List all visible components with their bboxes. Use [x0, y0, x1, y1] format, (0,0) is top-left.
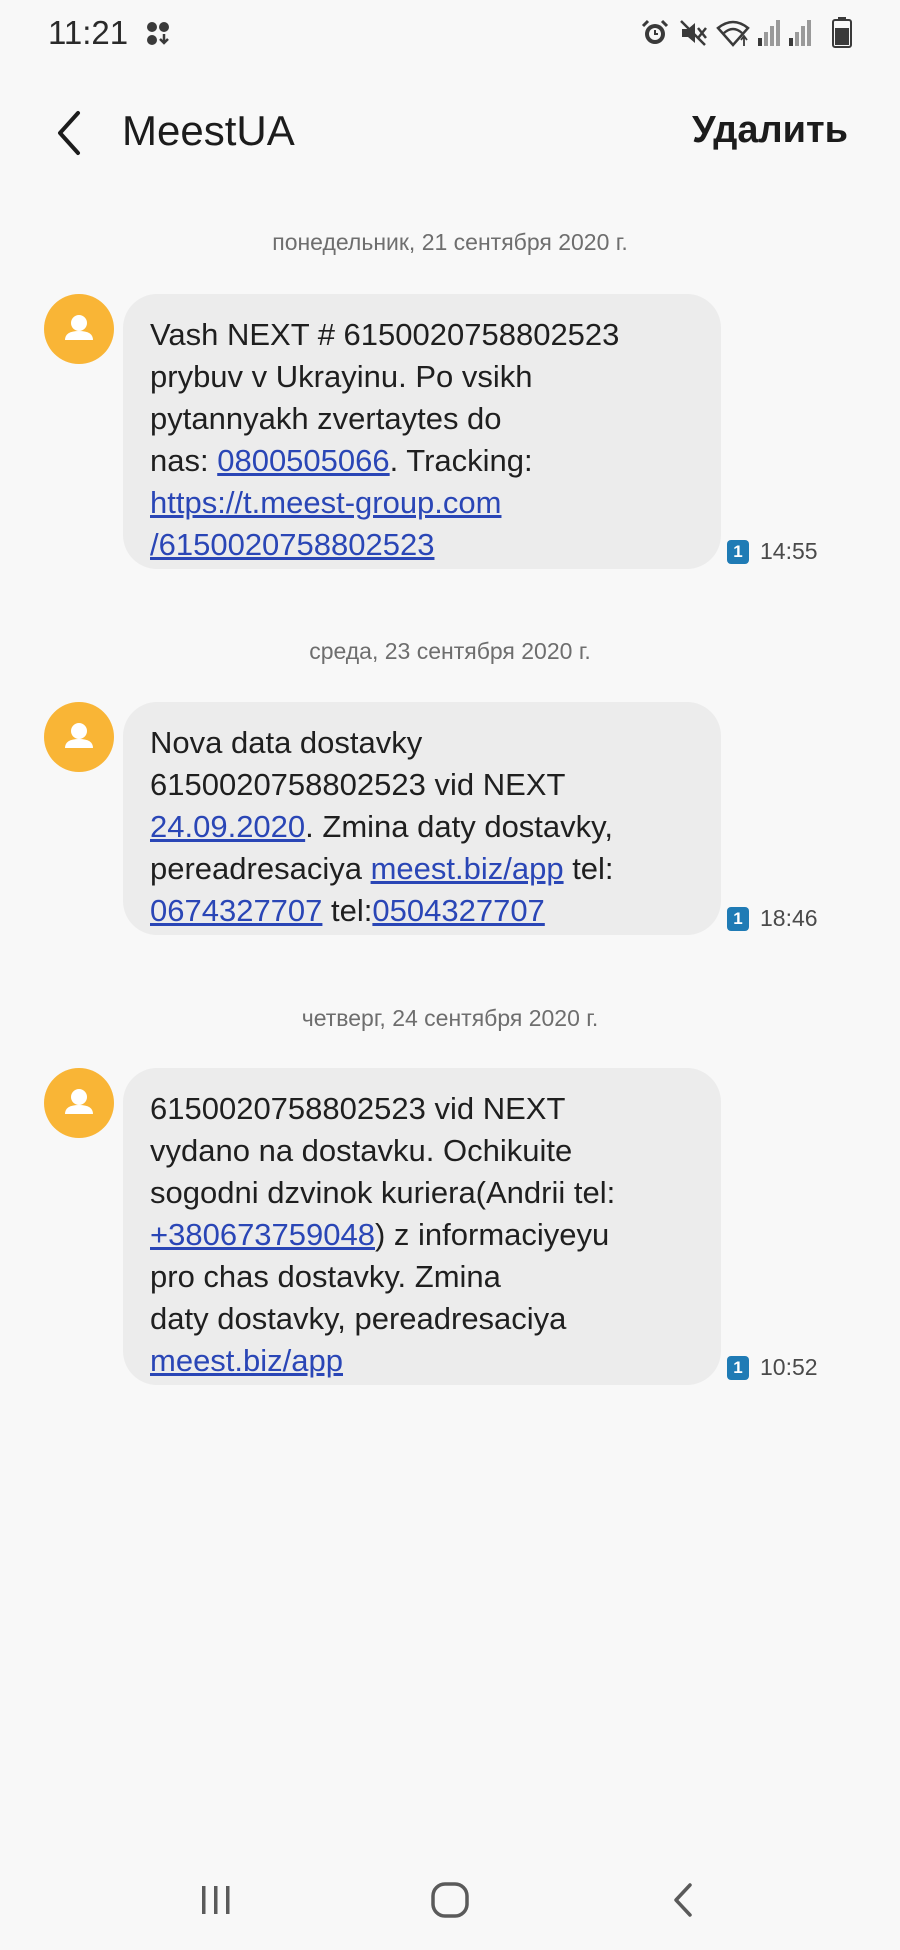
message-link[interactable]: 24.09.2020 [150, 809, 305, 844]
message-link[interactable]: 0504327707 [372, 893, 544, 928]
sender-avatar[interactable] [44, 294, 114, 364]
back-icon [674, 1883, 692, 1917]
recent-apps-icon [202, 1886, 230, 1914]
alarm-icon [640, 18, 670, 53]
person-icon [65, 315, 93, 340]
person-icon [65, 1089, 93, 1114]
message-link[interactable]: meest.biz/app [150, 1343, 343, 1378]
chevron-left-icon [58, 111, 80, 155]
battery-icon [832, 16, 852, 53]
message-link[interactable]: +380673759048 [150, 1217, 375, 1252]
navigation-bar [0, 1850, 900, 1950]
message-text: tel: [572, 851, 614, 886]
status-time: 11:21 [48, 14, 129, 51]
wifi-icon [716, 18, 750, 53]
sim-1-icon: 1 [727, 1356, 749, 1380]
message-link[interactable]: https://t.meest-group.com /6150020758802… [150, 485, 501, 562]
dual-app-icon [144, 20, 172, 53]
sender-avatar[interactable] [44, 702, 114, 772]
signal-icon [757, 18, 781, 53]
conversation-title: MeestUA [122, 107, 295, 154]
message-link[interactable]: 0674327707 [150, 893, 322, 928]
message-text: Nova data dostavky 6150020758802523 vid … [150, 725, 566, 802]
sim-1-icon: 1 [727, 540, 749, 564]
date-separator: четверг, 24 сентября 2020 г. [301, 1005, 599, 1031]
nav-back-button[interactable] [668, 1880, 698, 1925]
mute-icon [678, 18, 708, 53]
delete-button[interactable]: Удалить [692, 109, 848, 152]
message-text: 6150020758802523 vid NEXT vydano na dost… [150, 1091, 616, 1210]
back-button[interactable] [50, 105, 90, 161]
status-bar: 11:21 [0, 0, 900, 70]
date-separator: среда, 23 сентября 2020 г. [309, 638, 591, 664]
home-icon [431, 1882, 469, 1918]
message-time: 10:52 [760, 1354, 818, 1380]
message-text: tel: [322, 893, 373, 928]
date-separator: понедельник, 21 сентября 2020 г. [272, 229, 628, 255]
person-icon [65, 723, 93, 748]
conversation-header: MeestUA Удалить [0, 95, 900, 175]
message-link[interactable]: meest.biz/app [371, 851, 564, 886]
message-bubble[interactable]: 6150020758802523 vid NEXT vydano na dost… [123, 1068, 721, 1385]
message-link[interactable]: 0800505066 [217, 443, 389, 478]
message-text: . Tracking: [389, 443, 533, 478]
message-bubble[interactable]: Vash NEXT # 6150020758802523 prybuv v Uk… [123, 294, 721, 569]
signal-icon [788, 18, 812, 53]
message-bubble[interactable]: Nova data dostavky 6150020758802523 vid … [123, 702, 721, 935]
message-time: 14:55 [760, 538, 818, 564]
recent-apps-button[interactable] [196, 1880, 236, 1925]
message-time: 18:46 [760, 905, 818, 931]
sim-1-icon: 1 [727, 907, 749, 931]
sender-avatar[interactable] [44, 1068, 114, 1138]
home-button[interactable] [428, 1880, 472, 1925]
